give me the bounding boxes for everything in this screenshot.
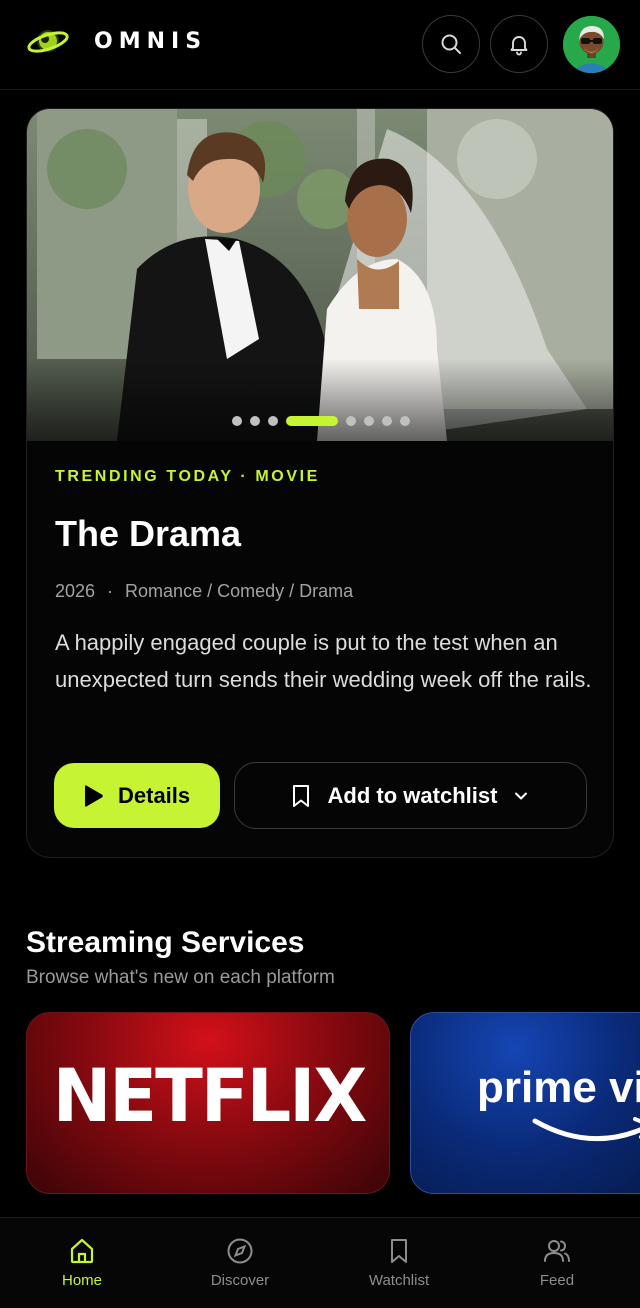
search-icon	[441, 34, 461, 54]
movie-genres: Romance / Comedy / Drama	[125, 581, 354, 601]
section-subtitle: Browse what's new on each platform	[26, 967, 335, 988]
bookmark-icon	[292, 784, 309, 807]
chevron-down-icon	[515, 792, 528, 799]
home-icon	[70, 1238, 94, 1264]
play-icon	[85, 784, 103, 807]
trending-label: TRENDING TODAY · MOVIE	[55, 468, 320, 485]
app-header: OMNIS	[0, 0, 640, 90]
wedding-couple-image[interactable]	[27, 109, 613, 441]
notifications-button[interactable]	[490, 15, 548, 73]
carousel-dot[interactable]	[364, 416, 374, 426]
carousel-dot[interactable]	[268, 416, 278, 426]
add-to-watchlist-button[interactable]: Add to watchlist	[234, 762, 587, 829]
prime-video-logo: prime video	[477, 1063, 640, 1112]
movie-title: The Drama	[55, 513, 242, 554]
users-icon	[544, 1240, 570, 1262]
carousel-dot[interactable]	[232, 416, 242, 426]
carousel-dot[interactable]	[250, 416, 260, 426]
nav-feed[interactable]: Feed	[477, 1218, 637, 1308]
avatar[interactable]	[563, 16, 620, 73]
nav-discover-label: Discover	[210, 1272, 270, 1289]
details-label: Details	[118, 782, 191, 808]
nav-discover[interactable]: Discover	[160, 1218, 320, 1308]
carousel-dot[interactable]	[346, 416, 356, 426]
movie-year: 2026	[55, 581, 96, 601]
prime-video-card[interactable]: prime video	[410, 1012, 640, 1194]
compass-icon	[227, 1238, 253, 1264]
carousel-indicator	[27, 416, 613, 426]
nav-home[interactable]: Home	[2, 1218, 162, 1308]
netflix-card[interactable]: NETFLIX	[26, 1012, 390, 1194]
nav-watchlist-label: Watchlist	[368, 1272, 430, 1289]
nav-watchlist[interactable]: Watchlist	[319, 1218, 479, 1308]
bookmark-icon	[391, 1239, 407, 1263]
details-button[interactable]: Details	[54, 763, 220, 828]
carousel-dot-active[interactable]	[286, 416, 338, 426]
prime-smile-icon	[532, 1117, 640, 1142]
netflix-logo: NETFLIX	[52, 1052, 368, 1140]
omnis-logo-icon[interactable]	[26, 24, 70, 60]
featured-card[interactable]: TRENDING TODAY · MOVIE The Drama 2026 · Ro…	[26, 108, 614, 858]
nav-home-label: Home	[61, 1272, 102, 1289]
watchlist-label: Add to watchlist	[327, 782, 498, 808]
nav-feed-label: Feed	[539, 1272, 575, 1289]
carousel-dot[interactable]	[400, 416, 410, 426]
search-button[interactable]	[422, 15, 480, 73]
meta-separator: ·	[107, 581, 114, 601]
app-brand-name: OMNIS	[94, 29, 208, 54]
movie-description: A happily engaged couple is put to the t…	[55, 630, 592, 692]
carousel-dot[interactable]	[382, 416, 392, 426]
movie-meta: 2026 · Romance / Comedy / Drama	[55, 581, 353, 602]
bottom-navigation: Home Discover Watchlist Feed	[0, 1217, 640, 1308]
bell-icon	[510, 36, 528, 56]
section-title: Streaming Services	[26, 926, 305, 959]
